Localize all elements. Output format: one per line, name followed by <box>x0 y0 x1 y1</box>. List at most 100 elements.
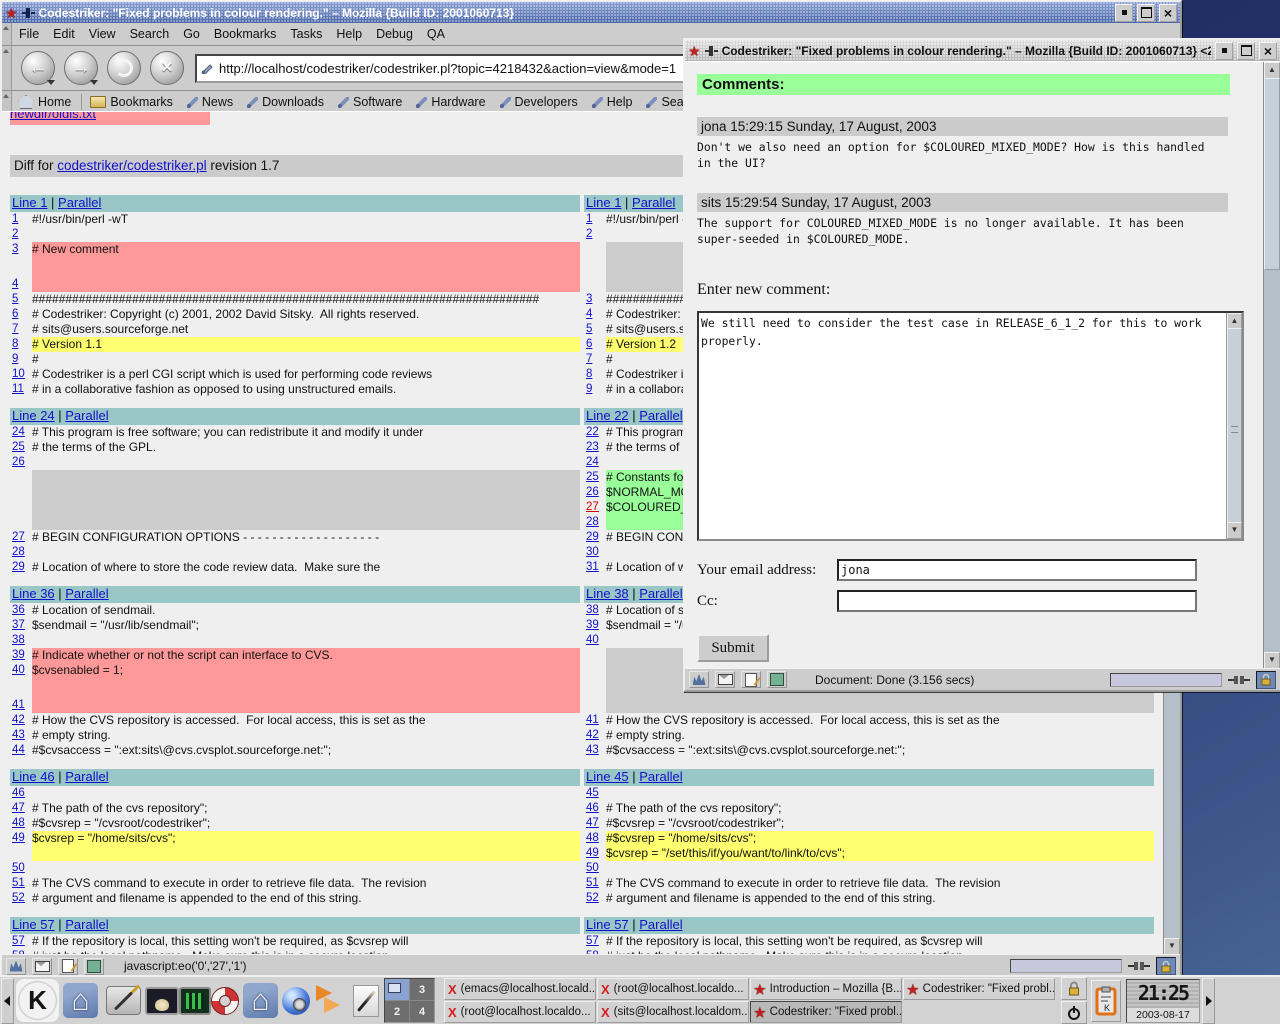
scroll-up-button[interactable] <box>1264 62 1280 79</box>
parallel-link[interactable]: Parallel <box>65 769 108 784</box>
line-number-link[interactable]: 51 <box>584 876 606 891</box>
new-comment-text[interactable]: We still need to consider the test case … <box>701 314 1225 538</box>
menu-file[interactable]: File <box>12 24 46 44</box>
bookmark-item-home[interactable]: Home <box>12 91 79 113</box>
menu-help[interactable]: Help <box>329 24 369 44</box>
mail-component-icon[interactable] <box>715 671 735 688</box>
parallel-link[interactable]: Parallel <box>632 195 675 210</box>
line-number-link[interactable]: 47 <box>10 801 32 816</box>
composer-component-icon[interactable] <box>58 958 78 975</box>
composer-component-icon[interactable] <box>741 671 761 688</box>
line-number-link[interactable]: 29 <box>10 560 32 575</box>
navigator-component-icon[interactable] <box>6 958 26 975</box>
line-number-link[interactable]: 28 <box>10 545 32 560</box>
line-number-link[interactable]: 26 <box>584 485 606 500</box>
pager-desktop-4[interactable]: 4 <box>410 1001 434 1022</box>
menu-tasks[interactable]: Tasks <box>283 24 329 44</box>
line-number-link[interactable]: 1 <box>10 212 32 227</box>
bookmark-item-downloads[interactable]: Downloads <box>241 91 332 113</box>
addressbook-component-icon[interactable] <box>84 958 104 975</box>
line-anchor-link[interactable]: Line 38 <box>586 586 629 601</box>
parallel-link[interactable]: Parallel <box>65 917 108 932</box>
scroll-down-button[interactable] <box>1164 938 1180 955</box>
line-anchor-link[interactable]: Line 36 <box>12 586 55 601</box>
line-number-link[interactable]: 38 <box>10 633 32 648</box>
diff-file-link[interactable]: codestriker/codestriker.pl <box>57 158 206 173</box>
menu-edit[interactable]: Edit <box>46 24 82 44</box>
line-number-link[interactable]: 4 <box>584 307 606 322</box>
offline-plug-icon[interactable] <box>1228 675 1250 685</box>
minimize-button[interactable] <box>1215 42 1233 60</box>
line-number-link[interactable]: 3 <box>584 292 606 307</box>
offline-plug-icon[interactable] <box>1128 961 1150 971</box>
quill-editor-icon[interactable] <box>353 985 379 1017</box>
menu-search[interactable]: Search <box>123 24 177 44</box>
line-number-link[interactable]: 40 <box>584 633 606 648</box>
line-number-link[interactable]: 51 <box>10 876 32 891</box>
scroll-down-button[interactable] <box>1264 652 1280 669</box>
task-button[interactable]: (emacs@localhost.locald... <box>444 978 596 1000</box>
line-number-link[interactable]: 30 <box>584 545 606 560</box>
line-number-link[interactable]: 24 <box>10 425 32 440</box>
line-number-link[interactable]: 7 <box>584 352 606 367</box>
line-number-link[interactable]: 23 <box>584 440 606 455</box>
new-comment-textarea[interactable]: We still need to consider the test case … <box>697 311 1244 541</box>
line-number-link[interactable]: 57 <box>584 934 606 949</box>
stop-button[interactable]: × <box>150 51 184 85</box>
line-anchor-link[interactable]: Line 22 <box>586 408 629 423</box>
home-folder-2-icon[interactable] <box>243 983 278 1018</box>
line-number-link[interactable]: 49 <box>10 831 32 846</box>
line-number-link[interactable]: 49 <box>584 846 606 861</box>
line-number-link[interactable]: 3 <box>10 242 32 257</box>
parallel-link[interactable]: Parallel <box>639 408 682 423</box>
line-number-link[interactable]: 37 <box>10 618 32 633</box>
line-number-link[interactable]: 43 <box>584 743 606 758</box>
logout-button[interactable] <box>1061 1001 1087 1024</box>
web-globe-icon[interactable] <box>282 987 310 1015</box>
menu-qa[interactable]: QA <box>420 24 452 44</box>
line-number-link[interactable]: 27 <box>10 530 32 545</box>
email-input[interactable] <box>837 559 1197 581</box>
page-proxy-icon[interactable] <box>201 62 213 74</box>
line-number-link[interactable]: 5 <box>584 322 606 337</box>
line-number-link[interactable]: 6 <box>584 337 606 352</box>
line-number-link[interactable]: 5 <box>10 292 32 307</box>
line-number-link[interactable]: 9 <box>584 382 606 397</box>
addressbook-component-icon[interactable] <box>767 671 787 688</box>
line-number-link[interactable]: 45 <box>584 786 606 801</box>
menu-go[interactable]: Go <box>176 24 207 44</box>
task-button[interactable]: (root@localhost.localdo... <box>444 1001 596 1023</box>
line-number-link[interactable]: 43 <box>10 728 32 743</box>
line-number-link[interactable]: 36 <box>10 603 32 618</box>
line-anchor-link[interactable]: Line 57 <box>586 917 629 932</box>
panel-hide-left-button[interactable] <box>1 978 14 1024</box>
forward-dropdown-icon[interactable] <box>90 80 98 85</box>
line-number-link[interactable]: 42 <box>10 713 32 728</box>
submit-button[interactable]: Submit <box>697 634 769 662</box>
line-anchor-link[interactable]: Line 46 <box>12 769 55 784</box>
minimize-button[interactable] <box>1115 4 1133 22</box>
line-anchor-link[interactable]: Line 24 <box>12 408 55 423</box>
line-number-link[interactable]: 6 <box>10 307 32 322</box>
line-number-link[interactable]: 52 <box>10 891 32 906</box>
line-number-link[interactable]: 50 <box>584 861 606 876</box>
pager-desktop-1[interactable] <box>385 979 409 1000</box>
help-lifering-icon[interactable] <box>211 987 239 1015</box>
home-folder-icon[interactable] <box>63 983 98 1018</box>
line-anchor-link[interactable]: Line 45 <box>586 769 629 784</box>
line-number-link[interactable]: 46 <box>584 801 606 816</box>
pager-desktop-3[interactable]: 3 <box>410 979 434 1000</box>
k-menu-icon[interactable] <box>16 979 59 1022</box>
forward-button[interactable]: → <box>64 51 98 85</box>
line-number-link[interactable]: 24 <box>584 455 606 470</box>
bookmark-item-news[interactable]: News <box>181 91 241 113</box>
line-number-link[interactable]: 29 <box>584 530 606 545</box>
task-button[interactable]: Codestriker: "Fixed probl... <box>903 978 1055 1000</box>
pager-desktop-2[interactable]: 2 <box>385 1001 409 1022</box>
maximize-button[interactable] <box>1237 42 1255 60</box>
line-number-link[interactable]: 2 <box>10 227 32 242</box>
comments-title-bar[interactable]: ★ Codestriker: "Fixed problems in colour… <box>685 40 1280 61</box>
parallel-link[interactable]: Parallel <box>639 586 682 601</box>
sticky-pin-icon[interactable] <box>22 7 35 19</box>
line-number-link[interactable]: 48 <box>10 816 32 831</box>
